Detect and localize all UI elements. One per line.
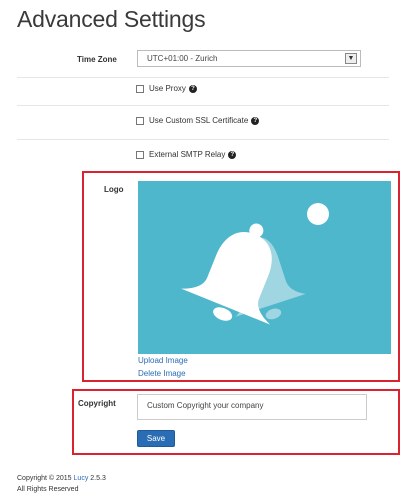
use-proxy-option[interactable]: Use Proxy ? bbox=[136, 84, 197, 93]
copyright-input-value: Custom Copyright your company bbox=[147, 401, 264, 410]
footer-version: 2.5.3 bbox=[90, 475, 106, 482]
smtp-relay-checkbox[interactable] bbox=[136, 150, 144, 159]
timezone-select[interactable]: UTC+01:00 - Zurich ▼ bbox=[137, 50, 361, 67]
timezone-label: Time Zone bbox=[77, 55, 117, 64]
timezone-value: UTC+01:00 - Zurich bbox=[147, 54, 218, 63]
logo-image bbox=[138, 181, 391, 354]
use-ssl-label: Use Custom SSL Certificate bbox=[149, 116, 249, 125]
upload-image-link[interactable]: Upload Image bbox=[138, 356, 188, 365]
chevron-down-icon[interactable]: ▼ bbox=[345, 53, 357, 64]
divider bbox=[17, 139, 389, 140]
logo-label: Logo bbox=[104, 185, 124, 194]
footer-rights: All Rights Reserved bbox=[17, 486, 79, 493]
copyright-input[interactable]: Custom Copyright your company bbox=[137, 394, 367, 420]
use-proxy-label: Use Proxy bbox=[149, 84, 186, 93]
footer-brand-link[interactable]: Lucy bbox=[74, 475, 89, 482]
help-icon[interactable]: ? bbox=[228, 150, 237, 159]
use-ssl-checkbox[interactable] bbox=[136, 116, 144, 125]
help-icon[interactable]: ? bbox=[188, 84, 197, 93]
save-button[interactable]: Save bbox=[137, 430, 175, 447]
delete-image-link[interactable]: Delete Image bbox=[138, 369, 186, 378]
divider bbox=[17, 105, 389, 106]
footer-prefix: Copyright © 2015 bbox=[17, 475, 72, 482]
copyright-label: Copyright bbox=[78, 399, 116, 408]
smtp-relay-label: External SMTP Relay bbox=[149, 150, 226, 159]
page-title: Advanced Settings bbox=[17, 6, 206, 32]
help-icon[interactable]: ? bbox=[251, 116, 260, 125]
footer-copyright: Copyright © 2015 Lucy 2.5.3 bbox=[17, 475, 106, 482]
use-proxy-checkbox[interactable] bbox=[136, 84, 144, 93]
bell-logo-icon bbox=[181, 203, 329, 325]
use-ssl-option[interactable]: Use Custom SSL Certificate ? bbox=[136, 116, 260, 125]
divider bbox=[17, 77, 389, 78]
smtp-relay-option[interactable]: External SMTP Relay ? bbox=[136, 150, 237, 159]
